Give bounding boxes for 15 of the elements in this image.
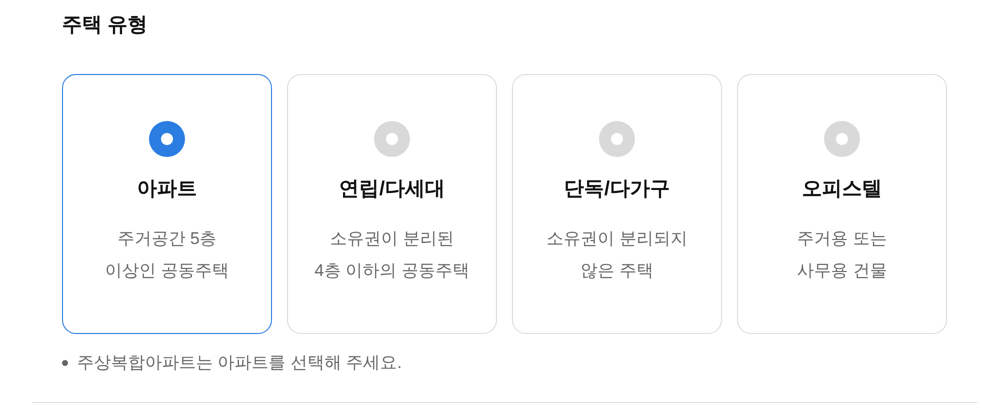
option-description: 소유권이 분리되지 않은 주택 — [546, 228, 688, 282]
option-description: 주거공간 5층 이상인 공동주택 — [105, 228, 229, 282]
bullet-icon — [62, 360, 68, 366]
option-label: 단독/다가구 — [564, 177, 670, 202]
option-label: 연립/다세대 — [339, 177, 445, 202]
option-label: 아파트 — [137, 177, 197, 202]
option-card[interactable]: 오피스텔 주거용 또는 사무용 건물 — [737, 74, 947, 334]
option-card[interactable]: 아파트 주거공간 5층 이상인 공동주택 — [62, 74, 272, 334]
note-text: 주상복합아파트는 아파트를 선택해 주세요. — [77, 352, 402, 374]
option-label: 오피스텔 — [802, 177, 882, 202]
section-title: 주택 유형 — [62, 13, 149, 38]
option-description: 주거용 또는 사무용 건물 — [797, 228, 887, 282]
option-card[interactable]: 연립/다세대 소유권이 분리된 4층 이하의 공동주택 — [287, 74, 497, 334]
option-description: 소유권이 분리된 4층 이하의 공동주택 — [314, 228, 470, 282]
option-card[interactable]: 단독/다가구 소유권이 분리되지 않은 주택 — [512, 74, 722, 334]
